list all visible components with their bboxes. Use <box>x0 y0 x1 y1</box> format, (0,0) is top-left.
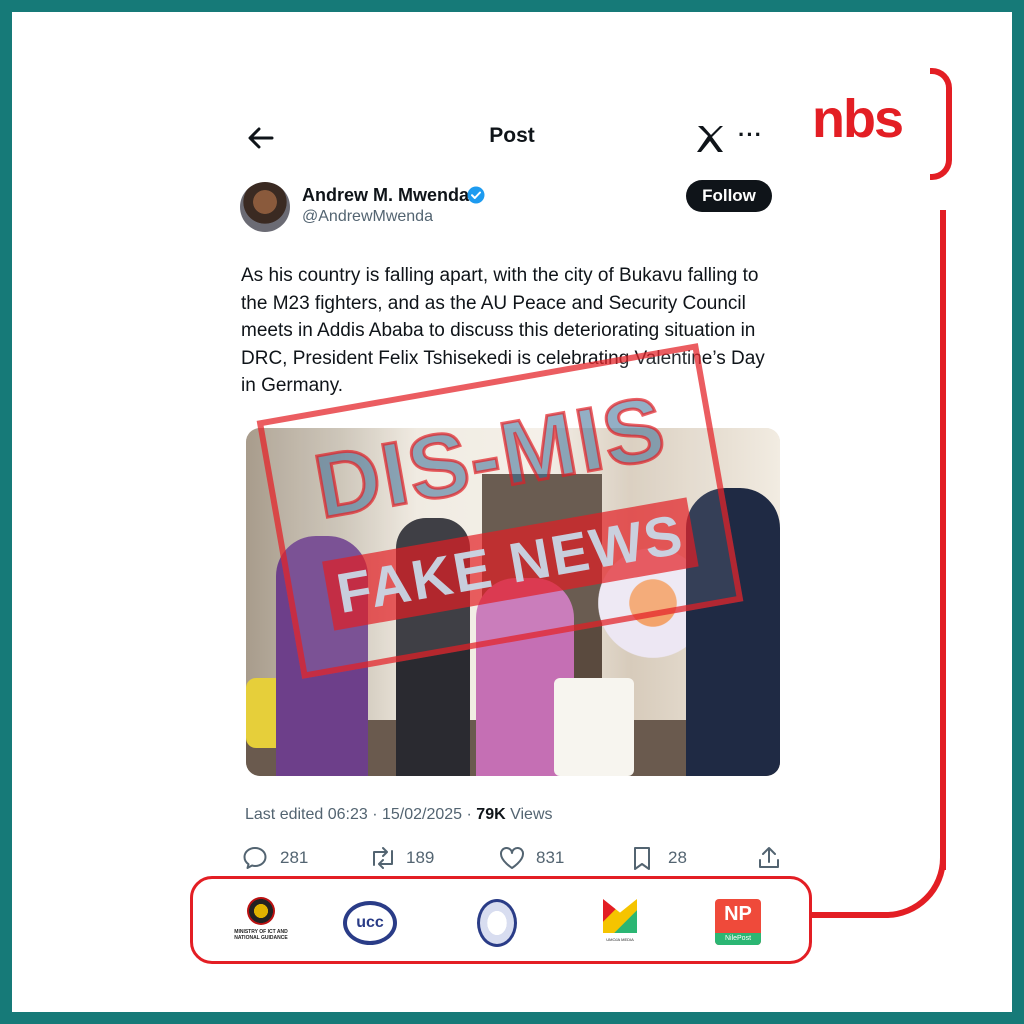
crane-emblem-icon <box>477 899 517 947</box>
views-label: Views <box>505 806 553 823</box>
nilepost-logo-subtext: NilePost <box>715 933 761 945</box>
verified-badge-icon <box>467 186 485 204</box>
ucc-logo-text: ucc <box>343 901 397 945</box>
follow-button[interactable]: Follow <box>686 180 772 212</box>
author-handle[interactable]: @AndrewMwenda <box>302 208 433 226</box>
x-logo-icon <box>694 124 726 154</box>
nbs-logo-text: nbs <box>812 89 904 149</box>
sponsor-logos-bar: MINISTRY OF ICT AND NATIONAL GUIDANCE uc… <box>190 876 812 964</box>
repost-icon <box>373 847 393 869</box>
like-count: 831 <box>536 848 565 867</box>
crane-emblem-logo <box>475 897 519 949</box>
views-count: 79K <box>476 806 506 823</box>
m-logo-text: UMOJA MEDIA <box>606 937 634 942</box>
meta-prefix: Last edited <box>245 806 328 823</box>
red-decorative-line <box>940 210 946 870</box>
share-button[interactable] <box>756 845 784 871</box>
coat-of-arms-icon <box>247 897 275 925</box>
ucc-logo: ucc <box>343 897 401 949</box>
nilepost-logo: NP NilePost <box>715 897 761 949</box>
heart-icon <box>500 847 524 869</box>
page-title: Post <box>489 124 535 147</box>
bookmark-icon <box>634 847 650 870</box>
nilepost-logo-text: NP <box>724 903 752 925</box>
tweet-meta: Last edited 06:23 · 15/02/2025 · 79K Vie… <box>245 806 553 824</box>
ministry-logo-text: MINISTRY OF ICT AND NATIONAL GUIDANCE <box>234 929 288 941</box>
nbs-logo: nbs <box>812 68 954 182</box>
reply-icon <box>243 847 267 869</box>
photo-cake <box>554 678 634 776</box>
avatar[interactable] <box>240 182 290 232</box>
bookmark-count: 28 <box>668 848 687 867</box>
m-logo-icon <box>603 899 637 933</box>
author-display-name[interactable]: Andrew M. Mwenda <box>302 185 469 206</box>
reply-button[interactable]: 281 <box>242 845 322 871</box>
reply-count: 281 <box>280 848 309 867</box>
ministry-ict-logo: MINISTRY OF ICT AND NATIONAL GUIDANCE <box>231 897 291 949</box>
nbs-logo-bracket <box>930 68 952 180</box>
more-options-icon[interactable]: ··· <box>738 124 768 150</box>
meta-timestamp[interactable]: 06:23 · 15/02/2025 <box>328 806 462 823</box>
share-icon <box>759 847 779 868</box>
like-button[interactable]: 831 <box>498 845 578 871</box>
bookmark-button[interactable]: 28 <box>630 845 700 871</box>
meta-separator: · <box>462 806 477 823</box>
m-media-logo: UMOJA MEDIA <box>599 897 641 949</box>
arrow-left-icon[interactable] <box>246 124 276 152</box>
repost-count: 189 <box>406 848 435 867</box>
repost-button[interactable]: 189 <box>368 845 448 871</box>
